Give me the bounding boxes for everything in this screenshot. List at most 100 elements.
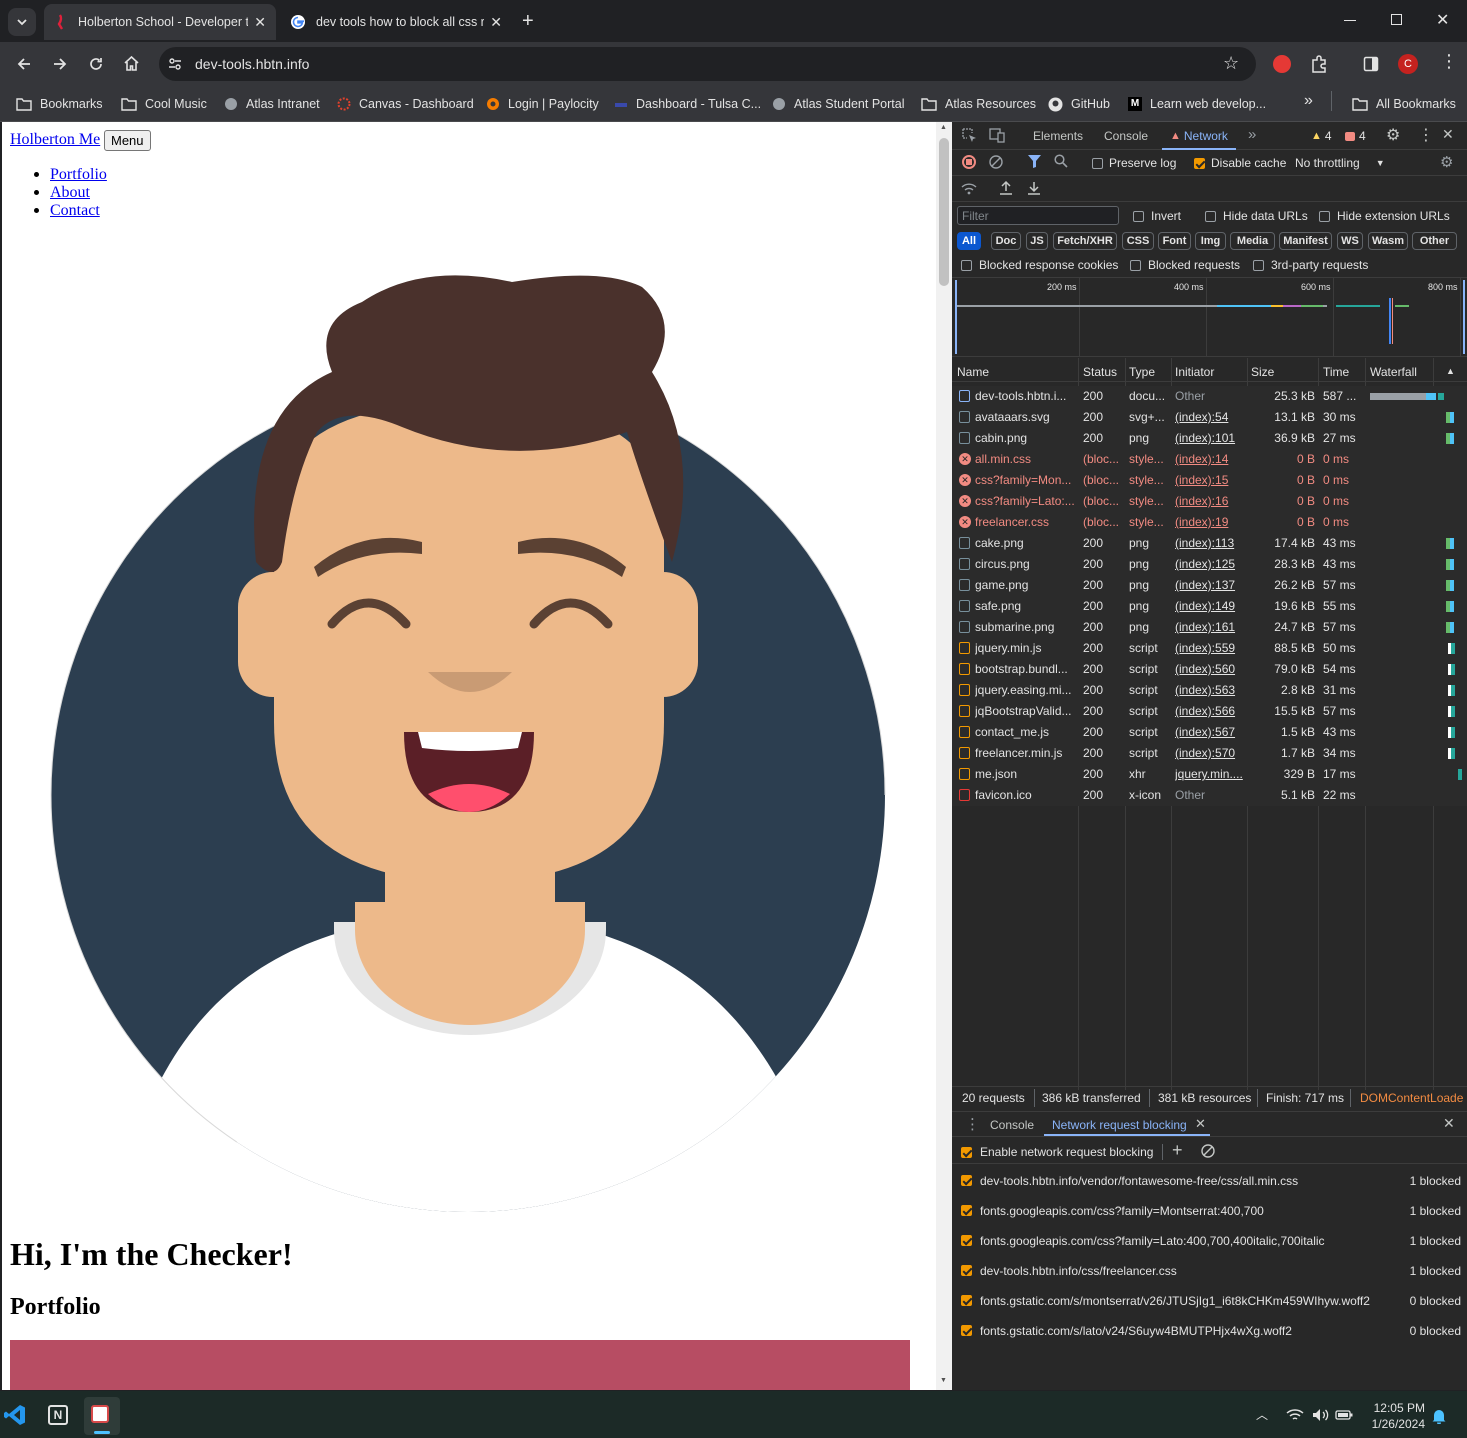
- request-row[interactable]: ✕ all.min.css (bloc... style... (index):14 0 …: [952, 449, 1467, 470]
- column-status[interactable]: Status: [1083, 365, 1117, 379]
- tab-holberton[interactable]: Holberton School - Developer t ✕: [44, 4, 276, 40]
- pattern-url[interactable]: fonts.gstatic.com/s/lato/v24/S6uyw4BMUTP…: [980, 1324, 1292, 1338]
- throttling-select[interactable]: No throttling ▼: [1295, 156, 1385, 170]
- extensions-puzzle-icon[interactable]: [1310, 55, 1328, 73]
- enable-blocking-checkbox[interactable]: Enable network request blocking: [961, 1145, 1153, 1159]
- request-initiator[interactable]: (index):149: [1175, 599, 1245, 613]
- more-tabs-icon[interactable]: »: [1248, 126, 1256, 143]
- back-icon[interactable]: [16, 56, 32, 72]
- checkbox[interactable]: [1253, 259, 1264, 271]
- notification-bell-icon[interactable]: [1432, 1408, 1446, 1424]
- type-filter-ws[interactable]: WS: [1337, 232, 1363, 250]
- checkbox[interactable]: [1133, 210, 1144, 222]
- blocked-pattern-row[interactable]: fonts.gstatic.com/s/montserrat/v26/JTUSj…: [952, 1286, 1467, 1316]
- page-scrollbar-thumb[interactable]: [939, 138, 949, 286]
- request-initiator[interactable]: (index):137: [1175, 578, 1245, 592]
- request-row[interactable]: ✕ css?family=Lato:... (bloc... style... (ind…: [952, 491, 1467, 512]
- pattern-url[interactable]: fonts.googleapis.com/css?family=Montserr…: [980, 1204, 1264, 1218]
- third-party-checkbox[interactable]: 3rd-party requests: [1253, 258, 1368, 272]
- close-tab-icon[interactable]: ✕: [254, 14, 266, 31]
- site-info-icon[interactable]: [167, 56, 183, 72]
- type-filter-font[interactable]: Font: [1158, 232, 1191, 250]
- bookmark-bookmarks[interactable]: Bookmarks: [16, 93, 103, 115]
- pattern-url[interactable]: fonts.googleapis.com/css?family=Lato:400…: [980, 1234, 1325, 1248]
- bookmark-github[interactable]: GitHub: [1048, 93, 1110, 115]
- chrome-menu-icon[interactable]: ⋮: [1440, 52, 1458, 70]
- request-name[interactable]: css?family=Mon...: [975, 473, 1075, 487]
- export-har-icon[interactable]: [1027, 180, 1041, 195]
- maximize-icon[interactable]: [1391, 14, 1402, 25]
- volume-icon[interactable]: [1312, 1408, 1330, 1422]
- request-row[interactable]: jqBootstrapValid... 200 script (index):566 1…: [952, 701, 1467, 722]
- hide-extension-urls-checkbox[interactable]: Hide extension URLs: [1319, 209, 1450, 223]
- brand-link[interactable]: Holberton Me: [10, 131, 100, 149]
- close-drawer-tab-icon[interactable]: ✕: [1195, 1116, 1206, 1132]
- nav-link-portfolio[interactable]: Portfolio: [50, 166, 107, 184]
- request-name[interactable]: freelancer.css: [975, 515, 1075, 529]
- remove-all-patterns-icon[interactable]: [1201, 1144, 1215, 1158]
- pattern-url[interactable]: dev-tools.hbtn.info/css/freelancer.css: [980, 1264, 1177, 1278]
- scroll-down-icon[interactable]: ▼: [940, 1377, 947, 1384]
- inspect-element-icon[interactable]: [962, 128, 977, 143]
- request-row[interactable]: submarine.png 200 png (index):161 24.7 kB 57 …: [952, 617, 1467, 638]
- devtools-tab-elements[interactable]: Elements: [1033, 129, 1083, 143]
- pattern-url[interactable]: dev-tools.hbtn.info/vendor/fontawesome-f…: [980, 1174, 1298, 1188]
- pattern-checkbox[interactable]: [961, 1265, 972, 1276]
- request-initiator[interactable]: (index):19: [1175, 515, 1245, 529]
- request-name[interactable]: dev-tools.hbtn.i...: [975, 389, 1075, 403]
- pattern-checkbox[interactable]: [961, 1295, 972, 1306]
- request-name[interactable]: cabin.png: [975, 431, 1075, 445]
- show-hidden-icons[interactable]: ︿: [1256, 1406, 1268, 1423]
- pattern-checkbox[interactable]: [961, 1235, 972, 1246]
- drawer-tab-console[interactable]: Console: [990, 1118, 1034, 1132]
- minimize-icon[interactable]: [1344, 20, 1356, 21]
- request-initiator[interactable]: (index):567: [1175, 725, 1245, 739]
- type-filter-media[interactable]: Media: [1230, 232, 1275, 250]
- close-drawer-icon[interactable]: ✕: [1443, 1115, 1455, 1132]
- disable-cache-checkbox[interactable]: Disable cache: [1194, 156, 1286, 170]
- devtools-close-icon[interactable]: ✕: [1442, 126, 1454, 143]
- column-time[interactable]: Time: [1323, 365, 1349, 379]
- column-initiator[interactable]: Initiator: [1175, 365, 1214, 379]
- request-name[interactable]: favicon.ico: [975, 788, 1075, 802]
- blocked-requests-checkbox[interactable]: Blocked requests: [1130, 258, 1240, 272]
- blocked-pattern-row[interactable]: fonts.googleapis.com/css?family=Montserr…: [952, 1196, 1467, 1226]
- request-row[interactable]: game.png 200 png (index):137 26.2 kB 57 ms: [952, 575, 1467, 596]
- battery-icon[interactable]: [1335, 1408, 1353, 1422]
- request-row[interactable]: avataaars.svg 200 svg+... (index):54 13.1 kB…: [952, 407, 1467, 428]
- request-name[interactable]: contact_me.js: [975, 725, 1075, 739]
- vscode-icon[interactable]: [4, 1404, 26, 1426]
- request-name[interactable]: circus.png: [975, 557, 1075, 571]
- request-row[interactable]: ✕ freelancer.css (bloc... style... (index):1…: [952, 512, 1467, 533]
- tab-search-button[interactable]: [8, 8, 36, 36]
- clock-time[interactable]: 12:05 PM: [1369, 1401, 1425, 1415]
- type-filter-css[interactable]: CSS: [1122, 232, 1154, 250]
- pattern-checkbox[interactable]: [961, 1205, 972, 1216]
- request-initiator[interactable]: (index):15: [1175, 473, 1245, 487]
- warnings-counter[interactable]: ▲ 4: [1311, 129, 1332, 143]
- column-type[interactable]: Type: [1129, 365, 1155, 379]
- clock-date[interactable]: 1/26/2024: [1364, 1417, 1425, 1431]
- new-tab-icon[interactable]: +: [522, 10, 534, 32]
- request-name[interactable]: cake.png: [975, 536, 1075, 550]
- network-settings-icon[interactable]: ⚙: [1440, 153, 1453, 171]
- request-name[interactable]: all.min.css: [975, 452, 1075, 466]
- request-initiator[interactable]: (index):14: [1175, 452, 1245, 466]
- request-initiator[interactable]: (index):161: [1175, 620, 1245, 634]
- extension-red-icon[interactable]: [1273, 55, 1291, 73]
- pattern-url[interactable]: fonts.gstatic.com/s/montserrat/v26/JTUSj…: [980, 1294, 1370, 1308]
- request-initiator[interactable]: (index):113: [1175, 536, 1245, 550]
- page-scrollbar[interactable]: ▲ ▼: [936, 122, 952, 1390]
- checkbox[interactable]: [1194, 157, 1205, 169]
- request-name[interactable]: avataaars.svg: [975, 410, 1075, 424]
- request-initiator[interactable]: (index):16: [1175, 494, 1245, 508]
- type-filter-doc[interactable]: Doc: [991, 232, 1021, 250]
- type-filter-js[interactable]: JS: [1026, 232, 1048, 250]
- request-initiator[interactable]: (index):125: [1175, 557, 1245, 571]
- filter-icon[interactable]: [1028, 155, 1041, 168]
- request-initiator[interactable]: jquery.min....: [1175, 767, 1245, 781]
- network-conditions-icon[interactable]: [961, 182, 977, 195]
- errors-counter[interactable]: 4: [1345, 129, 1366, 143]
- record-stop-icon[interactable]: [962, 155, 976, 169]
- request-row[interactable]: jquery.min.js 200 script (index):559 88.5 kB…: [952, 638, 1467, 659]
